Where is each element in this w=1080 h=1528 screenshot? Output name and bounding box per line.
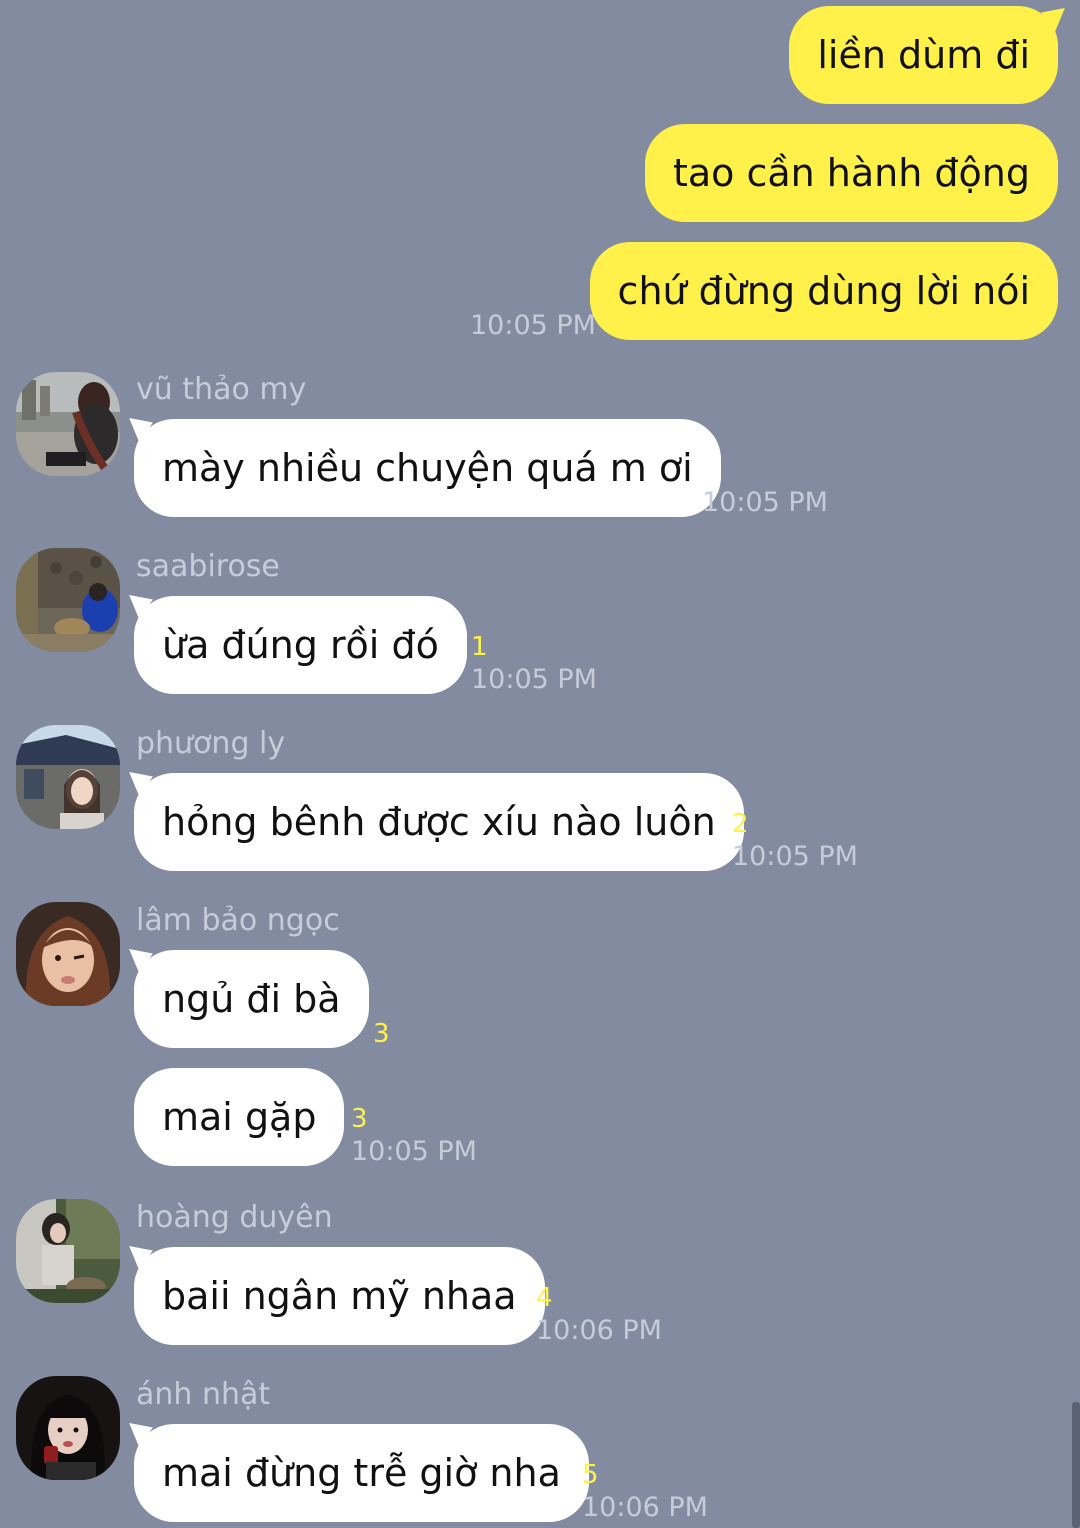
message-timestamp: 10:05 PM [732, 841, 858, 872]
message-text: liền dùm đi [817, 33, 1030, 77]
sender-name: hoàng duyên [136, 1200, 333, 1235]
message-text: tao cần hành động [672, 151, 1030, 195]
sender-name: ánh nhật [136, 1377, 271, 1412]
incoming-message[interactable]: hỏng bênh được xíu nào luôn [134, 773, 744, 871]
message-text: chứ đừng dùng lời nói [617, 269, 1030, 313]
sender-name: lâm bảo ngọc [136, 903, 340, 938]
message-timestamp: 10:05 PM [470, 310, 596, 341]
outgoing-message[interactable]: chứ đừng dùng lời nói [589, 242, 1058, 340]
incoming-message[interactable]: ngủ đi bà [134, 950, 369, 1048]
incoming-message[interactable]: baii ngân mỹ nhaa [134, 1247, 545, 1345]
unread-count: 3 [351, 1104, 368, 1134]
message-timestamp: 10:05 PM [702, 487, 828, 518]
avatar-photo-vu-thao-my[interactable] [16, 372, 120, 476]
sender-name: vũ thảo my [136, 372, 307, 407]
incoming-message[interactable]: ừa đúng rồi đó [134, 596, 467, 694]
message-text: ừa đúng rồi đó [162, 623, 439, 667]
message-text: baii ngân mỹ nhaa [162, 1274, 517, 1318]
message-text: mai gặp [162, 1095, 317, 1139]
scrollbar[interactable] [1072, 1402, 1080, 1528]
unread-count: 2 [732, 809, 749, 839]
message-timestamp: 10:05 PM [471, 664, 597, 695]
sender-name: phương ly [136, 726, 286, 761]
outgoing-message[interactable]: tao cần hành động [644, 124, 1058, 222]
unread-count: 3 [373, 1019, 390, 1049]
avatar-photo-phuong-ly[interactable] [16, 725, 120, 829]
incoming-message[interactable]: mày nhiều chuyện quá m ơi [134, 419, 721, 517]
unread-count: 1 [471, 632, 488, 662]
sender-name: saabirose [136, 549, 280, 584]
unread-count: 4 [536, 1283, 553, 1313]
outgoing-message[interactable]: liền dùm đi [789, 6, 1058, 104]
message-text: mày nhiều chuyện quá m ơi [162, 446, 693, 490]
avatar-photo-saabirose[interactable] [16, 548, 120, 652]
avatar-photo-anh-nhat[interactable] [16, 1376, 120, 1480]
avatar-photo-hoang-duyen[interactable] [16, 1199, 120, 1303]
message-text: hỏng bênh được xíu nào luôn [162, 800, 716, 844]
unread-count: 5 [582, 1460, 599, 1490]
incoming-message[interactable]: mai gặp [134, 1068, 345, 1166]
message-timestamp: 10:06 PM [536, 1315, 662, 1346]
message-timestamp: 10:06 PM [582, 1492, 708, 1523]
message-text: mai đừng trễ giờ nha [162, 1451, 561, 1495]
message-timestamp: 10:05 PM [351, 1136, 477, 1167]
avatar-photo-lam-bao-ngoc[interactable] [16, 902, 120, 1006]
message-text: ngủ đi bà [162, 977, 341, 1021]
incoming-message[interactable]: mai đừng trễ giờ nha [134, 1424, 589, 1522]
chat-thread[interactable]: liền dùm đi tao cần hành động chứ đừng d… [0, 0, 1080, 1528]
